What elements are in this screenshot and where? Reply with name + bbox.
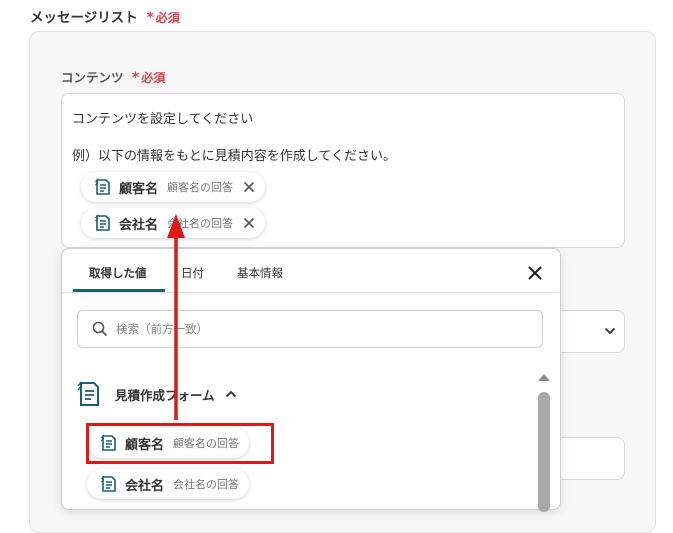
- document-icon: [95, 214, 110, 231]
- content-text-line1: コンテンツを設定してください: [72, 112, 254, 127]
- close-icon[interactable]: [243, 217, 255, 229]
- group-label: 見積作成フォーム: [115, 387, 215, 403]
- scroll-up-icon[interactable]: [537, 372, 551, 382]
- form-icon: [77, 381, 99, 406]
- list-item-company[interactable]: 会社名 会社名の回答: [87, 469, 250, 499]
- variable-chip-company[interactable]: 会社名 会社名の回答: [81, 208, 266, 238]
- chip-name: 会社名: [119, 217, 159, 233]
- content-required-badge: * 必須: [131, 70, 166, 86]
- tab-basic-info[interactable]: 基本情報: [237, 265, 283, 281]
- highlight-box: [86, 423, 274, 464]
- variable-chip-customer[interactable]: 顧客名 顧客名の回答: [81, 172, 266, 202]
- document-icon: [95, 178, 110, 195]
- item-name: 会社名: [125, 478, 165, 494]
- item-sub: 会社名の回答: [173, 478, 240, 491]
- chip-name: 顧客名: [119, 181, 159, 197]
- scrollbar-thumb[interactable]: [538, 392, 550, 512]
- chevron-down-icon: [604, 327, 616, 335]
- chevron-up-icon[interactable]: [225, 389, 237, 399]
- document-icon: [101, 475, 116, 492]
- content-label: コンテンツ * 必須: [61, 67, 165, 86]
- chip-sub: 会社名の回答: [167, 217, 234, 230]
- group-header[interactable]: 見積作成フォーム: [77, 380, 237, 408]
- section-title-text: メッセージリスト: [30, 10, 138, 26]
- required-badge: * 必須: [146, 10, 180, 26]
- close-icon[interactable]: [243, 181, 255, 193]
- tab-divider: [62, 292, 558, 293]
- close-icon[interactable]: [526, 264, 544, 282]
- tab-acquired-values[interactable]: 取得した値: [89, 265, 147, 281]
- search-field[interactable]: [77, 310, 543, 348]
- content-label-text: コンテンツ: [61, 70, 124, 85]
- tab-date[interactable]: 日付: [181, 265, 204, 281]
- background-select[interactable]: [553, 310, 625, 353]
- search-icon: [92, 321, 108, 337]
- chip-sub: 顧客名の回答: [167, 181, 234, 194]
- search-input[interactable]: [114, 321, 518, 337]
- background-input[interactable]: [553, 437, 625, 480]
- section-title: メッセージリスト * 必須: [30, 6, 180, 26]
- content-text-line2: 例）以下の情報をもとに見積内容を作成してください。: [72, 149, 396, 164]
